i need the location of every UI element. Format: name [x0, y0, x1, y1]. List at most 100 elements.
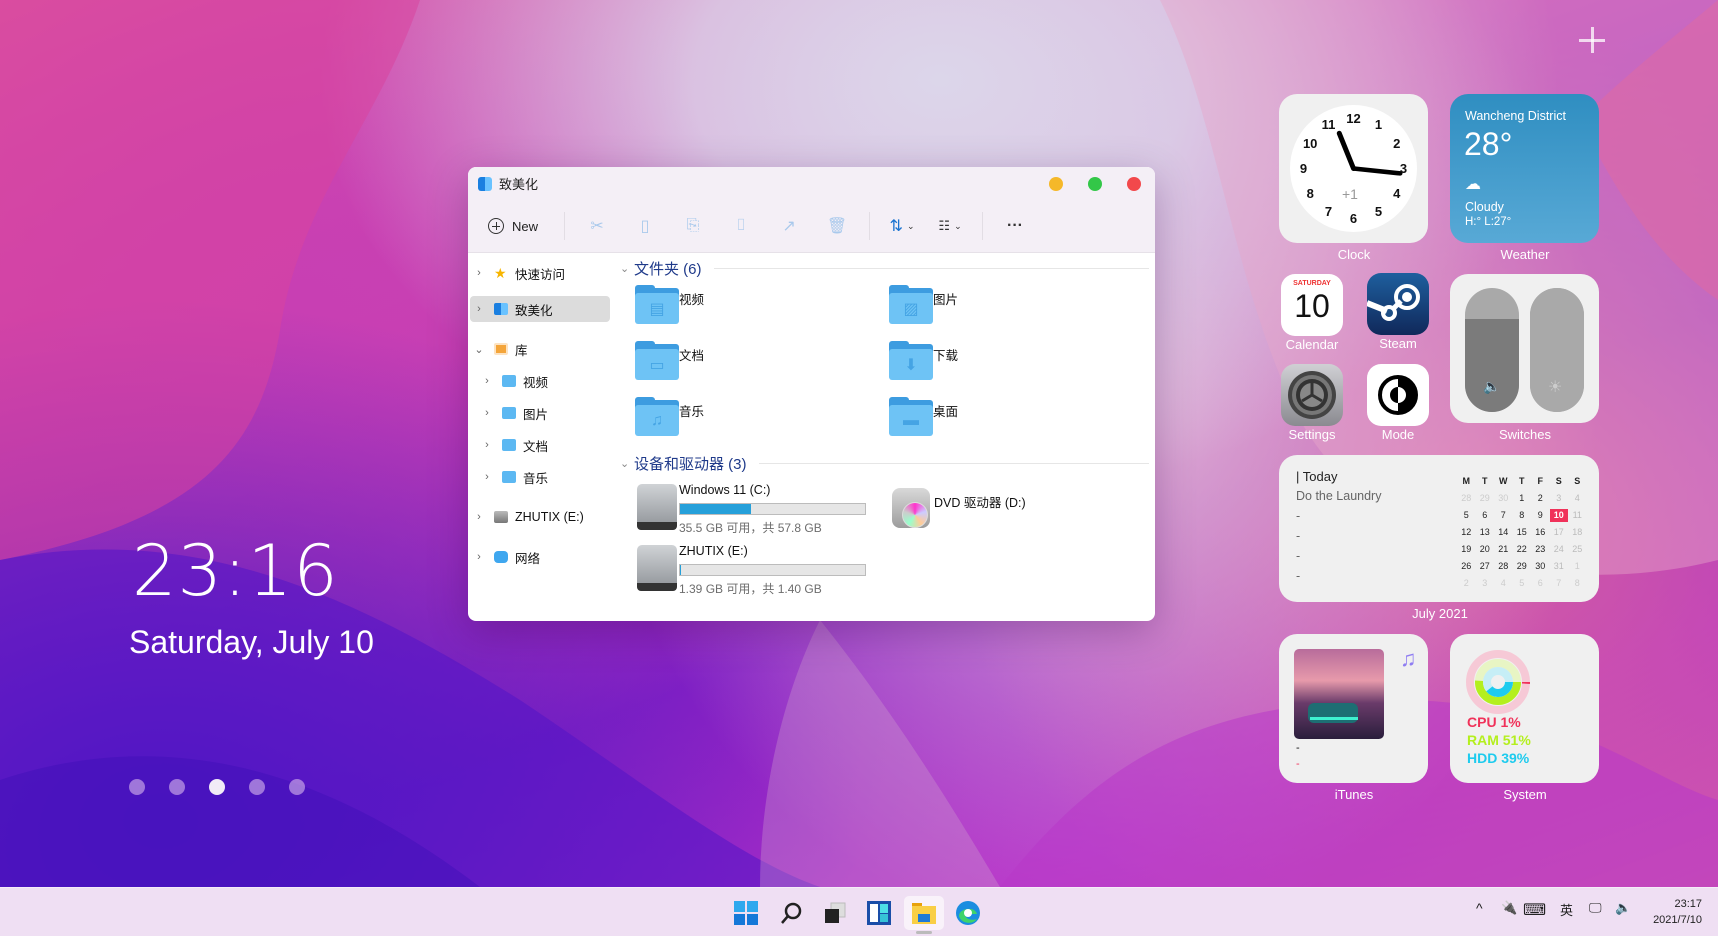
minimize-button[interactable]: [1049, 177, 1063, 191]
clock-widget[interactable]: 12 1 2 3 4 5 6 7 8 9 10 11 +1: [1279, 94, 1428, 243]
calendar-day[interactable]: 23: [1531, 543, 1550, 556]
paste-button[interactable]: ⎘: [669, 211, 717, 241]
cut-button[interactable]: ✂: [573, 211, 621, 241]
task-item[interactable]: Do the Laundry: [1296, 489, 1381, 503]
sort-button[interactable]: ⇅ ⌄: [878, 211, 926, 241]
calendar-day[interactable]: 6: [1531, 577, 1550, 590]
calendar-widget[interactable]: | Today Do the Laundry - - - - M T W T F S S 28 29 30…: [1279, 455, 1599, 602]
ime-indicator[interactable]: 英: [1560, 900, 1573, 919]
sidebar-item-quick-access[interactable]: › ★ 快速访问: [470, 260, 610, 286]
calendar-day[interactable]: 7: [1550, 577, 1569, 590]
calendar-day[interactable]: 4: [1494, 577, 1513, 590]
calendar-day[interactable]: 11: [1568, 509, 1587, 522]
close-button[interactable]: [1127, 177, 1141, 191]
chevron-right-icon[interactable]: ›: [470, 267, 488, 279]
chevron-down-icon[interactable]: ⌄: [470, 343, 488, 356]
calendar-day[interactable]: 27: [1476, 560, 1495, 573]
chevron-right-icon[interactable]: ›: [478, 439, 496, 451]
calendar-day[interactable]: 29: [1476, 492, 1495, 505]
calendar-day[interactable]: 3: [1476, 577, 1495, 590]
volume-icon[interactable]: 🔈: [1615, 900, 1631, 916]
sidebar-item-music[interactable]: › 音乐: [478, 464, 618, 490]
volume-slider[interactable]: 🔈: [1465, 288, 1519, 412]
chevron-right-icon[interactable]: ›: [470, 511, 488, 523]
network-status-icon[interactable]: 🖵: [1589, 900, 1602, 916]
calendar-day[interactable]: 12: [1457, 526, 1476, 539]
usb-icon[interactable]: 🔌: [1501, 900, 1517, 916]
maximize-button[interactable]: [1088, 177, 1102, 191]
brightness-slider[interactable]: ☀: [1530, 288, 1584, 412]
rename-button[interactable]: ⌷: [717, 211, 765, 241]
task-item[interactable]: -: [1296, 549, 1300, 563]
folders-section-header[interactable]: ⌄ 文件夹 (6): [620, 258, 1149, 279]
sidebar-item-zhutix-drive[interactable]: › ZHUTIX (E:): [470, 504, 610, 530]
calendar-app[interactable]: SATURDAY 10: [1281, 274, 1343, 336]
weather-widget[interactable]: Wancheng District 28° ☁ Cloudy H:° L:27°: [1450, 94, 1599, 243]
calendar-day[interactable]: 1: [1568, 560, 1587, 573]
copy-button[interactable]: ▯: [621, 211, 669, 241]
keyboard-icon[interactable]: ⌨: [1523, 900, 1546, 920]
sidebar-item-network[interactable]: › 网络: [470, 544, 610, 570]
title-bar[interactable]: 致美化: [468, 167, 1155, 200]
tray-chevron-icon[interactable]: ^: [1476, 900, 1483, 916]
chevron-right-icon[interactable]: ›: [478, 471, 496, 483]
mode-app[interactable]: [1367, 364, 1429, 426]
share-button[interactable]: ↗: [765, 211, 813, 241]
edge-button[interactable]: [948, 896, 988, 930]
chevron-right-icon[interactable]: ›: [470, 551, 488, 563]
calendar-day[interactable]: 29: [1513, 560, 1532, 573]
task-view-button[interactable]: [815, 896, 855, 930]
calendar-day[interactable]: 17: [1550, 526, 1569, 539]
calendar-day[interactable]: 26: [1457, 560, 1476, 573]
calendar-day-today[interactable]: 10: [1549, 509, 1568, 522]
itunes-widget[interactable]: ♫ - -: [1279, 634, 1428, 783]
page-dot-5[interactable]: [289, 779, 305, 795]
chevron-right-icon[interactable]: ›: [478, 375, 496, 387]
steam-app[interactable]: [1365, 273, 1429, 335]
system-widget[interactable]: CPU 1% RAM 51% HDD 39%: [1450, 634, 1599, 783]
calendar-day[interactable]: 19: [1457, 543, 1476, 556]
calendar-day[interactable]: 22: [1513, 543, 1532, 556]
calendar-day[interactable]: 2: [1531, 492, 1550, 505]
task-item[interactable]: -: [1296, 569, 1300, 583]
calendar-day[interactable]: 3: [1550, 492, 1569, 505]
task-item[interactable]: -: [1296, 509, 1300, 523]
delete-button[interactable]: 🗑: [813, 211, 861, 241]
sidebar-item-videos[interactable]: › 视频: [478, 368, 618, 394]
page-dot-2[interactable]: [169, 779, 185, 795]
calendar-day[interactable]: 30: [1494, 492, 1513, 505]
calendar-day[interactable]: 24: [1550, 543, 1569, 556]
add-widget-button[interactable]: [1579, 27, 1605, 53]
chevron-right-icon[interactable]: ›: [478, 407, 496, 419]
calendar-day[interactable]: 5: [1513, 577, 1532, 590]
chevron-right-icon[interactable]: ›: [470, 303, 488, 315]
calendar-day[interactable]: 2: [1457, 577, 1476, 590]
page-dot-1[interactable]: [129, 779, 145, 795]
calendar-day[interactable]: 7: [1494, 509, 1513, 522]
sidebar-item-documents[interactable]: › 文档: [478, 432, 618, 458]
new-button[interactable]: New: [488, 218, 538, 234]
start-button[interactable]: [726, 896, 766, 930]
calendar-day[interactable]: 1: [1513, 492, 1532, 505]
calendar-day[interactable]: 20: [1476, 543, 1495, 556]
file-explorer-button[interactable]: [904, 896, 944, 934]
page-dot-4[interactable]: [249, 779, 265, 795]
calendar-day[interactable]: 18: [1568, 526, 1587, 539]
widgets-button[interactable]: [859, 896, 899, 930]
calendar-day[interactable]: 5: [1457, 509, 1476, 522]
sidebar-item-library[interactable]: ⌄ 库: [470, 336, 610, 362]
calendar-day[interactable]: 8: [1568, 577, 1587, 590]
calendar-day[interactable]: 9: [1531, 509, 1550, 522]
search-button[interactable]: [771, 896, 811, 930]
calendar-day[interactable]: 25: [1568, 543, 1587, 556]
calendar-day[interactable]: 4: [1568, 492, 1587, 505]
drives-section-header[interactable]: ⌄ 设备和驱动器 (3): [620, 453, 1149, 474]
calendar-day[interactable]: 6: [1476, 509, 1495, 522]
calendar-day[interactable]: 28: [1457, 492, 1476, 505]
page-dot-3[interactable]: [209, 779, 225, 795]
settings-app[interactable]: [1281, 364, 1343, 426]
calendar-day[interactable]: 15: [1513, 526, 1532, 539]
calendar-day[interactable]: 30: [1531, 560, 1550, 573]
sidebar-item-pictures[interactable]: › 图片: [478, 400, 618, 426]
calendar-day[interactable]: 8: [1513, 509, 1532, 522]
